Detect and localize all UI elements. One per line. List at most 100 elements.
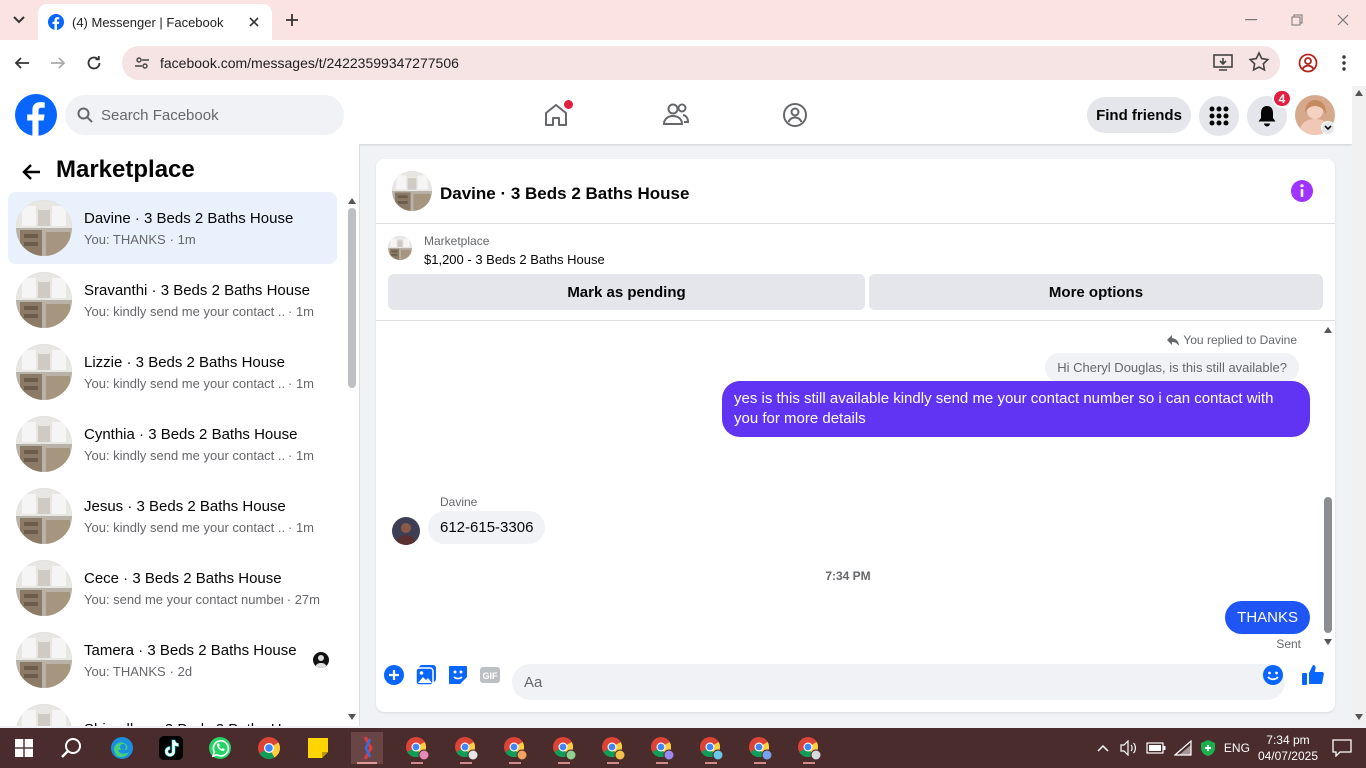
browser-tab-active[interactable]: (4) Messenger | Facebook bbox=[38, 4, 272, 40]
sender-avatar[interactable] bbox=[392, 517, 420, 545]
forward-arrow-icon[interactable] bbox=[46, 51, 70, 75]
back-arrow-icon[interactable] bbox=[10, 51, 34, 75]
conversation-item[interactable]: Jesus · 3 Beds 2 Baths House You: kindly … bbox=[8, 480, 337, 552]
message-input[interactable] bbox=[524, 673, 1244, 691]
emoji-icon[interactable] bbox=[1261, 663, 1285, 687]
conversation-item[interactable]: Tamera · 3 Beds 2 Baths House You: THANKS… bbox=[8, 624, 337, 696]
message-thread-scrollbar[interactable] bbox=[1321, 321, 1335, 651]
account-chevron-down-icon[interactable] bbox=[1321, 121, 1335, 135]
close-tab-icon[interactable] bbox=[246, 14, 262, 30]
conversation-list-scrollbar[interactable] bbox=[346, 192, 359, 726]
facebook-logo-icon[interactable] bbox=[15, 94, 57, 136]
panel-title: Marketplace bbox=[56, 156, 195, 183]
windows-start-icon[interactable] bbox=[8, 732, 40, 764]
preview-time: · 2d bbox=[169, 663, 193, 679]
conversation-item[interactable]: Cece · 3 Beds 2 Baths House You: send me … bbox=[8, 552, 337, 624]
chrome-profile-icon[interactable] bbox=[548, 732, 580, 764]
active-app-icon[interactable] bbox=[351, 732, 383, 764]
chat-title[interactable]: Davine · 3 Beds 2 Baths House bbox=[440, 184, 689, 204]
chrome-profile-icon[interactable] bbox=[646, 732, 678, 764]
sender-name: Davine bbox=[440, 495, 478, 509]
chrome-profile-icon[interactable] bbox=[695, 732, 727, 764]
site-settings-icon[interactable] bbox=[134, 55, 150, 71]
scrollbar-thumb[interactable] bbox=[348, 208, 356, 388]
conversation-item[interactable]: Davine · 3 Beds 2 Baths House You: THANKS… bbox=[8, 192, 337, 264]
address-bar[interactable]: facebook.com/messages/t/2422359934727750… bbox=[122, 46, 1280, 80]
panel-header: Marketplace bbox=[0, 144, 346, 192]
chrome-profile-icon[interactable] bbox=[744, 732, 776, 764]
scrollbar-thumb[interactable] bbox=[1324, 497, 1332, 633]
conversation-name: Jesus · 3 Beds 2 Baths House bbox=[84, 497, 286, 515]
chrome-profile-icon[interactable] bbox=[597, 732, 629, 764]
message-input-box[interactable] bbox=[512, 664, 1285, 700]
gif-icon[interactable]: GIF bbox=[478, 663, 502, 687]
restore-icon[interactable] bbox=[1285, 8, 1309, 32]
notification-center-icon[interactable] bbox=[1332, 739, 1352, 757]
page-scrollbar[interactable] bbox=[1352, 86, 1366, 726]
outgoing-message[interactable]: THANKS bbox=[1225, 601, 1310, 634]
find-friends-button[interactable]: Find friends bbox=[1087, 97, 1191, 133]
input-language[interactable]: ENG bbox=[1224, 741, 1250, 755]
conversation-item[interactable]: Cynthia · 3 Beds 2 Baths House You: kindl… bbox=[8, 408, 337, 480]
sticky-notes-icon[interactable] bbox=[302, 732, 334, 764]
whatsapp-icon[interactable] bbox=[204, 732, 236, 764]
bookmark-star-icon[interactable] bbox=[1248, 51, 1270, 73]
like-thumbs-up-icon[interactable] bbox=[1301, 663, 1325, 687]
menu-grid-button[interactable] bbox=[1199, 96, 1239, 136]
tiktok-icon[interactable] bbox=[155, 732, 187, 764]
conversation-item[interactable]: Sravanthi · 3 Beds 2 Baths House You: kin… bbox=[8, 264, 337, 336]
preview-time: · 27m bbox=[286, 591, 320, 607]
tab-search-chevron-icon[interactable] bbox=[8, 9, 30, 31]
more-options-button[interactable]: More options bbox=[869, 274, 1323, 310]
system-clock[interactable]: 7:34 pm 04/07/2025 bbox=[1258, 732, 1318, 764]
groups-icon[interactable] bbox=[778, 98, 812, 132]
chrome-profile-icon[interactable] bbox=[401, 732, 433, 764]
volume-icon[interactable] bbox=[1120, 740, 1138, 756]
listing-thumbnail bbox=[16, 560, 72, 616]
clock-time: 7:34 pm bbox=[1266, 733, 1310, 747]
mark-as-pending-button[interactable]: Mark as pending bbox=[388, 274, 865, 310]
incoming-message[interactable]: 612-615-3306 bbox=[428, 511, 546, 544]
chrome-icon[interactable] bbox=[253, 732, 285, 764]
back-arrow-icon[interactable] bbox=[20, 160, 44, 184]
listing-thumbnail bbox=[16, 632, 72, 688]
friends-icon[interactable] bbox=[659, 98, 693, 132]
clock-date: 04/07/2025 bbox=[1257, 749, 1318, 763]
chrome-profile-icon[interactable] bbox=[499, 732, 531, 764]
preview-text: You: send me your contact number bbox=[84, 591, 283, 607]
new-tab-plus-icon[interactable] bbox=[282, 10, 302, 30]
profile-icon[interactable] bbox=[1296, 51, 1320, 75]
listing-thumbnail[interactable] bbox=[392, 171, 432, 211]
chrome-profile-icon[interactable] bbox=[450, 732, 482, 764]
show-hidden-icons-chevron-up-icon[interactable] bbox=[1096, 741, 1110, 755]
conversation-item[interactable]: Shivadhar · 3 Beds 2 Baths Ho... bbox=[8, 696, 337, 726]
listing-title[interactable]: $1,200 - 3 Beds 2 Baths House bbox=[424, 252, 605, 267]
close-window-icon[interactable] bbox=[1331, 8, 1355, 32]
battery-icon[interactable] bbox=[1146, 742, 1166, 754]
install-app-icon[interactable] bbox=[1212, 51, 1234, 73]
reply-indicator: You replied to Davine bbox=[1167, 333, 1297, 347]
chrome-profile-icon[interactable] bbox=[793, 732, 825, 764]
minimize-icon[interactable] bbox=[1239, 8, 1263, 32]
facebook-favicon-icon bbox=[48, 14, 64, 30]
sticker-icon[interactable] bbox=[446, 663, 470, 687]
info-icon[interactable] bbox=[1290, 179, 1314, 203]
conversation-item[interactable]: Lizzie · 3 Beds 2 Baths House You: kindly… bbox=[8, 336, 337, 408]
outgoing-message[interactable]: yes is this still available kindly send … bbox=[722, 381, 1310, 437]
taskbar-search-icon[interactable] bbox=[56, 732, 88, 764]
browser-menu-icon[interactable] bbox=[1332, 51, 1356, 75]
edge-icon[interactable] bbox=[106, 732, 138, 764]
security-shield-icon[interactable] bbox=[1200, 739, 1216, 757]
conversation-text: Cynthia · 3 Beds 2 Baths House You: kindl… bbox=[84, 426, 320, 463]
conversation-name: Shivadhar · 3 Beds 2 Baths Ho... bbox=[84, 721, 320, 726]
conversation-text: Shivadhar · 3 Beds 2 Baths Ho... bbox=[84, 721, 320, 726]
plus-circle-icon[interactable] bbox=[382, 663, 406, 687]
reload-icon[interactable] bbox=[82, 51, 106, 75]
system-tray: ENG 7:34 pm 04/07/2025 bbox=[1096, 728, 1366, 768]
quoted-message[interactable]: Hi Cheryl Douglas, is this still availab… bbox=[1045, 353, 1299, 382]
message-composer: GIF bbox=[376, 651, 1335, 712]
wifi-icon[interactable] bbox=[1173, 740, 1192, 756]
search-input[interactable] bbox=[101, 106, 321, 124]
photo-icon[interactable] bbox=[414, 663, 438, 687]
search-box[interactable] bbox=[65, 95, 344, 135]
